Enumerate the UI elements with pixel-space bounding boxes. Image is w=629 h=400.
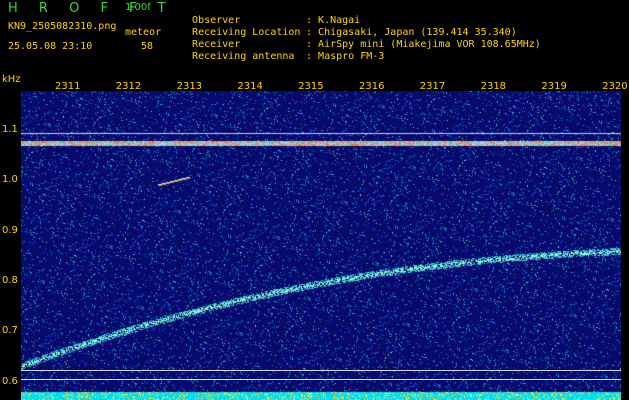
meteor-label: meteor — [125, 27, 162, 38]
y-tick-label: 0.8 — [2, 274, 18, 286]
info-value: Maspro FM-3 — [318, 51, 385, 62]
spectrogram — [21, 91, 621, 400]
info-label: Receiving antenna — [192, 51, 295, 62]
y-tick-label: 1.0 — [2, 174, 18, 186]
version-label: 1.00f — [125, 2, 151, 13]
y-tick-label: 0.6 — [2, 375, 18, 387]
y-tick-label: 0.9 — [2, 224, 18, 236]
datetime-label: 25.05.08 23:10 — [8, 41, 93, 52]
y-unit-label: kHz — [2, 74, 21, 85]
y-tick-label: 1.1 — [2, 124, 18, 135]
reference-line — [21, 370, 621, 371]
meteor-count: 58 — [141, 41, 154, 52]
info-antenna: Receiving antenna: Maspro FM-3 — [192, 51, 385, 62]
reference-line — [21, 379, 621, 380]
filename-label: KN9_2505082310.png — [8, 21, 117, 32]
y-tick-label: 0.7 — [2, 325, 18, 337]
